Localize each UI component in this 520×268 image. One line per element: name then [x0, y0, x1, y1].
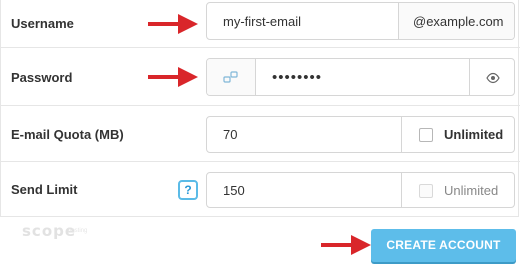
username-input[interactable]: my-first-email [207, 3, 398, 39]
send-limit-value: 150 [223, 183, 245, 198]
annotation-arrow-username [148, 14, 198, 34]
username-row: Username my-first-email @example.com [1, 0, 520, 48]
send-limit-unlimited-checkbox[interactable] [419, 184, 433, 198]
help-icon[interactable]: ? [178, 180, 198, 200]
domain-addon: @example.com [398, 3, 514, 39]
send-limit-field-group: 150 Unlimited [206, 172, 515, 208]
watermark-subtext: hosting [68, 228, 88, 234]
password-visibility-toggle[interactable] [469, 59, 514, 95]
send-limit-unlimited-option[interactable]: Unlimited [401, 173, 514, 207]
username-label: Username [11, 16, 74, 31]
send-limit-input[interactable]: 150 [207, 173, 401, 207]
quota-unlimited-label: Unlimited [444, 127, 504, 142]
quota-field-group: 70 Unlimited [206, 116, 515, 153]
form-panel: Username my-first-email @example.com Pas… [0, 0, 520, 217]
quota-row: E-mail Quota (MB) 70 Unlimited [1, 106, 520, 162]
quota-unlimited-option[interactable]: Unlimited [401, 117, 514, 152]
password-row: Password •••••••• [1, 48, 520, 106]
quota-input[interactable]: 70 [207, 117, 401, 152]
annotation-arrow-password [148, 67, 198, 87]
username-field-group: my-first-email @example.com [206, 2, 515, 40]
password-label: Password [11, 70, 73, 85]
password-field-group: •••••••• [206, 58, 515, 96]
username-value: my-first-email [223, 14, 301, 29]
eye-icon [486, 71, 500, 84]
key-generator-icon [223, 70, 239, 84]
send-limit-label: Send Limit [11, 182, 78, 197]
password-input[interactable]: •••••••• [256, 59, 469, 95]
create-email-account-form: Username my-first-email @example.com Pas… [0, 0, 520, 268]
password-generator-button[interactable] [207, 59, 256, 95]
send-limit-unlimited-label: Unlimited [444, 183, 499, 198]
send-limit-row: Send Limit ? 150 Unlimited [1, 162, 520, 217]
quota-label: E-mail Quota (MB) [11, 127, 124, 142]
domain-addon-text: @example.com [413, 14, 504, 29]
create-account-button[interactable]: CREATE ACCOUNT [371, 229, 516, 262]
quota-value: 70 [223, 127, 238, 142]
quota-unlimited-checkbox[interactable] [419, 128, 433, 142]
password-value: •••••••• [272, 69, 323, 86]
annotation-arrow-create-account [321, 235, 371, 255]
